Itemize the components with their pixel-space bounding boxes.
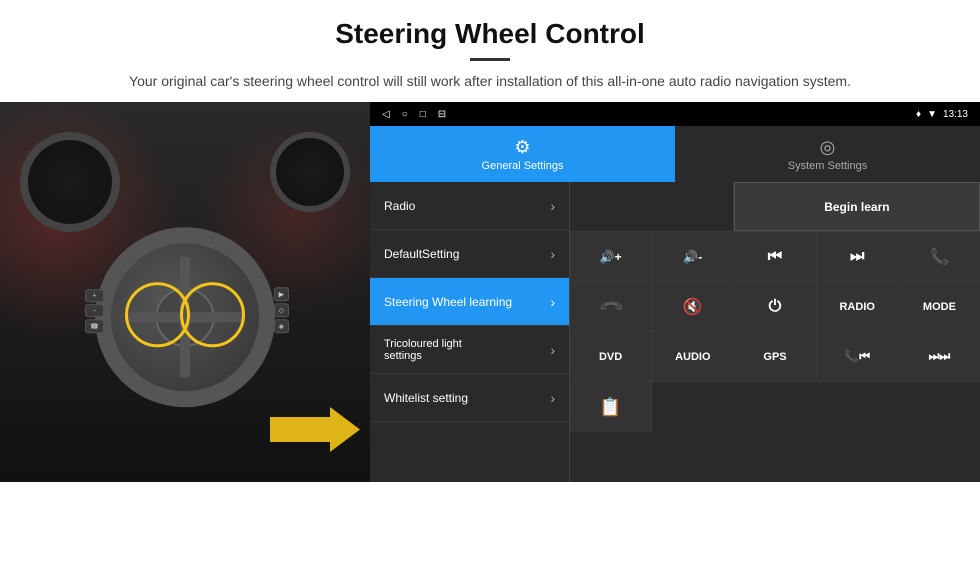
yellow-circle-right — [180, 282, 245, 347]
list-icon: 📋 — [599, 397, 621, 418]
control-row-2: 🔊 + 🔊 - ⏮ ⏭ 📞 — [570, 232, 980, 282]
tab-system-label: System Settings — [788, 160, 867, 172]
gps-label: GPS — [763, 351, 786, 363]
mode-label: MODE — [923, 301, 956, 313]
nav-home-icon[interactable]: ○ — [402, 109, 408, 120]
content-area: + - ☎ ▶ ◇ ◈ — [0, 102, 980, 482]
signal-icon: ▼ — [927, 109, 937, 120]
next-track-icon: ⏭ — [850, 248, 864, 266]
nav-back-icon[interactable]: ◁ — [382, 109, 390, 120]
statusbar-right: ♦ ▼ 13:13 — [916, 109, 968, 120]
control-row-1: Begin learn — [570, 182, 980, 232]
clock: 13:13 — [943, 109, 968, 120]
phone-prev-button[interactable]: 📞⏮ — [817, 332, 899, 381]
gps-button[interactable]: GPS — [734, 332, 816, 381]
menu-radio-label: Radio — [384, 199, 550, 213]
control-row-3: 📞 🔇 ⏻ RADIO MODE — [570, 282, 980, 332]
control-spacer — [652, 382, 980, 432]
tab-system-settings[interactable]: ◎ System Settings — [675, 126, 980, 182]
menu-tricolour-chevron: › — [550, 342, 555, 358]
mute-icon: 🔇 — [683, 297, 703, 317]
page-subtitle: Your original car's steering wheel contr… — [100, 71, 880, 92]
phone-prev-icon: 📞⏮ — [844, 349, 870, 364]
menu-steering-label: Steering Wheel learning — [384, 295, 550, 309]
audio-label: AUDIO — [675, 351, 710, 363]
menu-tricolour-label: Tricoloured lightsettings — [384, 338, 550, 362]
menu-whitelist-chevron: › — [550, 390, 555, 406]
page-title: Steering Wheel Control — [60, 18, 920, 50]
system-settings-icon: ◎ — [820, 137, 836, 158]
tab-general-label: General Settings — [482, 160, 564, 172]
page-header: Steering Wheel Control Your original car… — [0, 0, 980, 102]
steering-wheel: + - ☎ ▶ ◇ ◈ — [95, 227, 275, 412]
statusbar-nav-icons: ◁ ○ □ ⊟ — [382, 109, 446, 120]
next-track-button[interactable]: ⏭ — [817, 232, 899, 281]
vol-down-button[interactable]: 🔊 - — [652, 232, 734, 281]
mute-button[interactable]: 🔇 — [652, 282, 734, 331]
dvd-button[interactable]: DVD — [570, 332, 652, 381]
mode-button[interactable]: MODE — [899, 282, 980, 331]
skip-button[interactable]: ⏭⏭ — [899, 332, 980, 381]
list-button[interactable]: 📋 — [570, 382, 652, 432]
skip-icon: ⏭⏭ — [929, 349, 951, 364]
menu-item-default[interactable]: DefaultSetting › — [370, 230, 569, 278]
android-tabs: ⚙ General Settings ◎ System Settings — [370, 126, 980, 182]
general-settings-icon: ⚙ — [514, 137, 530, 158]
android-content: Radio › DefaultSetting › Steering Wheel … — [370, 182, 980, 482]
control-panel: Begin learn 🔊 + 🔊 - ⏮ — [570, 182, 980, 482]
tab-general-settings[interactable]: ⚙ General Settings — [370, 126, 675, 182]
control-empty-1 — [570, 182, 734, 231]
power-button[interactable]: ⏻ — [734, 282, 816, 331]
audio-button[interactable]: AUDIO — [652, 332, 734, 381]
begin-learn-button[interactable]: Begin learn — [734, 182, 980, 231]
location-icon: ♦ — [916, 109, 921, 120]
power-icon: ⏻ — [769, 298, 782, 316]
menu-default-chevron: › — [550, 246, 555, 262]
phone-hangup-icon: 📞 — [596, 292, 624, 320]
menu-item-tricolour[interactable]: Tricoloured lightsettings › — [370, 326, 569, 374]
menu-radio-chevron: › — [550, 198, 555, 214]
menu-item-steering[interactable]: Steering Wheel learning › — [370, 278, 569, 326]
vol-down-icon: 🔊 — [683, 250, 698, 264]
prev-track-button[interactable]: ⏮ — [734, 232, 816, 281]
dvd-label: DVD — [599, 351, 622, 363]
menu-steering-chevron: › — [550, 294, 555, 310]
control-row-4: DVD AUDIO GPS 📞⏮ ⏭⏭ — [570, 332, 980, 382]
menu-default-label: DefaultSetting — [384, 247, 550, 261]
arrow-indicator — [270, 402, 360, 462]
phone-answer-icon: 📞 — [929, 247, 949, 267]
phone-answer-button[interactable]: 📞 — [899, 232, 980, 281]
phone-hangup-button[interactable]: 📞 — [570, 282, 652, 331]
menu-item-radio[interactable]: Radio › — [370, 182, 569, 230]
menu-list: Radio › DefaultSetting › Steering Wheel … — [370, 182, 570, 482]
vol-up-icon: 🔊 — [600, 250, 615, 264]
begin-learn-label: Begin learn — [824, 200, 889, 214]
menu-whitelist-label: Whitelist setting — [384, 391, 550, 405]
nav-menu-icon[interactable]: ⊟ — [438, 109, 446, 120]
title-divider — [470, 58, 510, 61]
prev-track-icon: ⏮ — [768, 248, 782, 266]
dashboard-gauge-left — [20, 132, 120, 232]
dashboard-gauge-right — [270, 132, 350, 212]
vol-up-button[interactable]: 🔊 + — [570, 232, 652, 281]
control-row-5: 📋 — [570, 382, 980, 432]
car-image-section: + - ☎ ▶ ◇ ◈ — [0, 102, 370, 482]
radio-button[interactable]: RADIO — [817, 282, 899, 331]
radio-label: RADIO — [839, 301, 874, 313]
nav-recents-icon[interactable]: □ — [420, 109, 426, 120]
menu-item-whitelist[interactable]: Whitelist setting › — [370, 374, 569, 422]
android-statusbar: ◁ ○ □ ⊟ ♦ ▼ 13:13 — [370, 102, 980, 126]
android-ui: ◁ ○ □ ⊟ ♦ ▼ 13:13 ⚙ General Settings ◎ S… — [370, 102, 980, 482]
